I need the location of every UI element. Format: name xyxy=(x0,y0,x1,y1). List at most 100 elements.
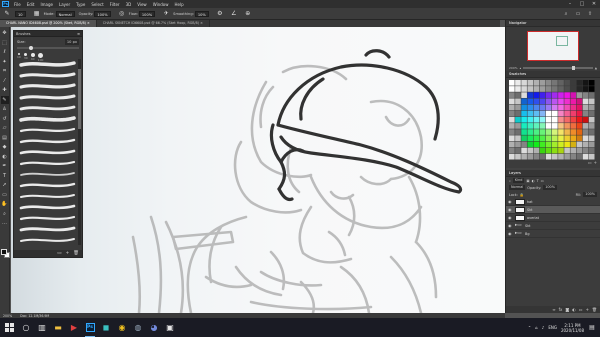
color-swatch[interactable] xyxy=(533,80,540,86)
color-swatch[interactable] xyxy=(570,80,577,86)
brush-stroke[interactable] xyxy=(19,138,76,144)
color-swatch[interactable] xyxy=(509,141,515,148)
color-swatch[interactable] xyxy=(515,135,521,142)
status-zoom[interactable]: 200% xyxy=(3,314,12,318)
color-swatch[interactable] xyxy=(588,86,595,92)
color-swatch[interactable] xyxy=(576,129,583,135)
color-swatch[interactable] xyxy=(552,147,558,154)
blur-tool-icon[interactable]: ◆ xyxy=(1,143,9,151)
layer-group-skt[interactable]: ◉ ▸▭ Skt xyxy=(506,222,600,230)
adjustment-layer-icon[interactable]: ◐ xyxy=(572,307,576,312)
color-swatch[interactable] xyxy=(545,123,552,129)
panel-menu-icon[interactable]: ≡ xyxy=(77,32,80,36)
brush-size-slider[interactable] xyxy=(17,45,79,50)
color-swatch[interactable] xyxy=(515,147,521,154)
new-swatch-icon[interactable]: + xyxy=(594,160,597,165)
color-swatch[interactable] xyxy=(533,86,540,92)
color-swatch[interactable] xyxy=(570,141,577,148)
zoom-out-icon[interactable]: ▴ xyxy=(520,66,522,70)
color-swatch[interactable] xyxy=(558,116,564,123)
color-swatch[interactable] xyxy=(539,104,546,111)
navigator-tab[interactable]: Navigator xyxy=(509,21,527,25)
color-swatch[interactable] xyxy=(564,110,570,117)
filter-adjust-icon[interactable]: ◐ xyxy=(532,179,535,183)
close-icon[interactable]: ✕ xyxy=(588,0,600,8)
color-swatch[interactable] xyxy=(558,129,564,135)
color-swatch[interactable] xyxy=(582,80,589,86)
color-swatch[interactable] xyxy=(570,147,577,154)
color-swatch[interactable] xyxy=(564,80,570,86)
color-swatch[interactable] xyxy=(515,153,521,160)
share-icon[interactable]: ⇪ xyxy=(586,10,594,18)
filter-type-icon[interactable]: T xyxy=(537,179,539,183)
tab-document-1[interactable]: CHARL NANO ID4608.psd @ 200% (Sket, RGB/… xyxy=(0,20,97,27)
lasso-tool-icon[interactable]: ℓ xyxy=(1,48,9,56)
color-swatch[interactable] xyxy=(545,110,552,117)
color-swatch[interactable] xyxy=(558,110,564,117)
color-swatch[interactable] xyxy=(533,147,540,154)
zoom-tool-icon[interactable]: ⌕ xyxy=(1,210,9,218)
color-swatch[interactable] xyxy=(552,98,558,105)
delete-layer-icon[interactable]: 🗑 xyxy=(592,307,597,312)
symmetry-icon[interactable]: ⊕ xyxy=(243,9,253,19)
color-swatch[interactable] xyxy=(552,153,558,160)
color-swatch[interactable] xyxy=(533,92,540,98)
color-swatch[interactable] xyxy=(527,129,534,135)
fill-field[interactable]: 100% xyxy=(583,192,597,197)
color-swatch[interactable] xyxy=(509,86,515,92)
color-swatch[interactable] xyxy=(558,153,564,160)
color-swatch[interactable] xyxy=(576,135,583,142)
visibility-eye-icon[interactable]: ◉ xyxy=(508,207,513,212)
color-swatch[interactable] xyxy=(570,86,577,92)
color-swatch[interactable] xyxy=(521,80,527,86)
color-swatch[interactable] xyxy=(545,135,552,142)
color-swatch[interactable] xyxy=(545,98,552,105)
color-swatch[interactable] xyxy=(539,147,546,154)
color-swatch[interactable] xyxy=(509,129,515,135)
new-brush-icon[interactable]: + xyxy=(66,251,70,256)
airbrush-icon[interactable]: ✈ xyxy=(161,9,171,19)
color-swatch[interactable] xyxy=(570,110,577,117)
blend-mode-select[interactable]: Normal xyxy=(509,185,526,190)
chrome-icon[interactable]: ◉ xyxy=(114,318,130,337)
dodge-tool-icon[interactable]: ◐ xyxy=(1,153,9,161)
color-swatch[interactable] xyxy=(539,110,546,117)
gradient-tool-icon[interactable]: ▤ xyxy=(1,134,9,142)
color-swatch[interactable] xyxy=(582,123,589,129)
brush-tool-icon[interactable]: ✎ xyxy=(0,95,9,104)
color-swatch[interactable] xyxy=(509,92,515,98)
clock[interactable]: 2:11 PM 2020/11/08 xyxy=(561,323,584,333)
new-layer-icon[interactable]: + xyxy=(586,307,589,312)
color-swatch[interactable] xyxy=(509,116,515,123)
color-swatch[interactable] xyxy=(582,116,589,123)
color-swatch[interactable] xyxy=(570,92,577,98)
visibility-eye-icon[interactable]: ◉ xyxy=(508,223,513,228)
color-swatch[interactable] xyxy=(570,116,577,123)
brush-stroke[interactable] xyxy=(20,172,75,176)
angle-icon[interactable]: ∠ xyxy=(229,9,239,19)
input-language[interactable]: ENG xyxy=(548,325,557,330)
healing-tool-icon[interactable]: ✚ xyxy=(1,86,9,94)
task-view-icon[interactable]: ▥ xyxy=(34,318,50,337)
color-swatch[interactable] xyxy=(588,98,595,105)
color-swatch[interactable] xyxy=(539,80,546,86)
color-wheel-swatches[interactable] xyxy=(509,80,595,160)
layer-name[interactable]: overlat xyxy=(527,216,539,220)
color-swatch[interactable] xyxy=(582,86,589,92)
steam-icon[interactable]: ◍ xyxy=(130,318,146,337)
color-swatch[interactable] xyxy=(515,123,521,129)
smoothing-options-gear-icon[interactable]: ⚙ xyxy=(215,9,225,19)
color-swatch[interactable] xyxy=(552,86,558,92)
layer-kind-filter[interactable]: Kind xyxy=(512,178,525,183)
maximize-icon[interactable]: □ xyxy=(576,0,588,8)
smoothing-field[interactable]: 10% xyxy=(194,10,209,17)
path-select-tool-icon[interactable]: ➚ xyxy=(1,181,9,189)
brush-stroke[interactable] xyxy=(19,204,76,210)
pressure-opacity-icon[interactable]: ◎ xyxy=(117,9,127,19)
brush-stroke[interactable] xyxy=(20,238,75,242)
color-swatch[interactable] xyxy=(521,129,527,135)
color-swatch[interactable] xyxy=(545,116,552,123)
menu-window[interactable]: Window xyxy=(150,2,172,7)
color-swatch[interactable] xyxy=(515,98,521,105)
menu-help[interactable]: Help xyxy=(171,2,186,7)
